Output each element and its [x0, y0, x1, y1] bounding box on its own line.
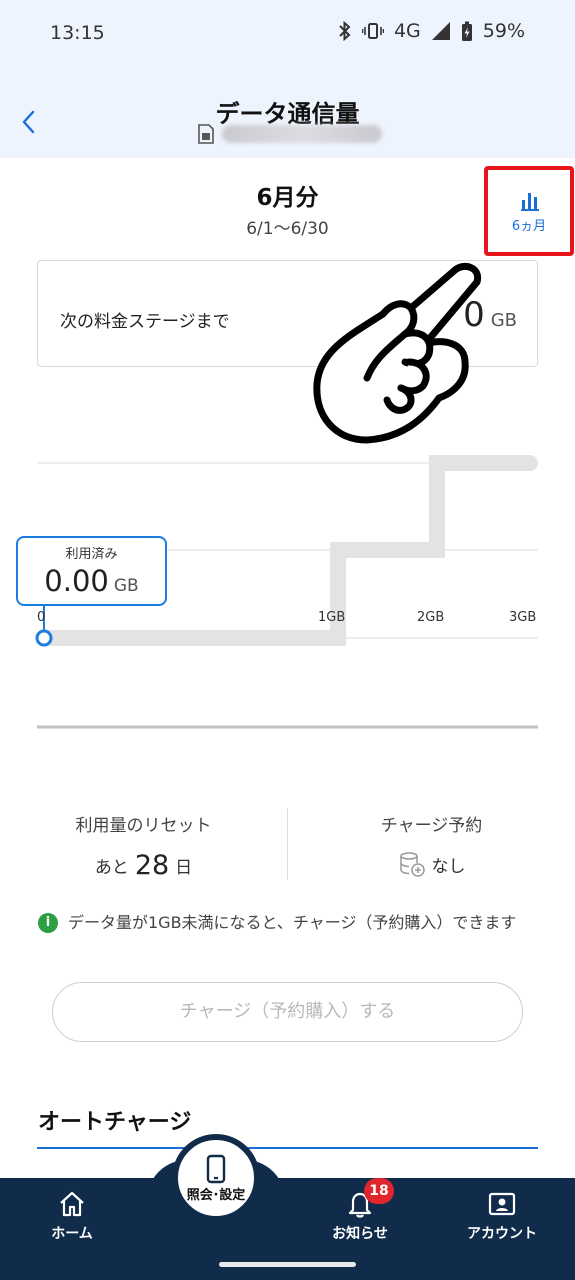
nav-home-label: ホーム — [51, 1226, 93, 1242]
axis-label-1gb: 1GB — [318, 610, 346, 625]
used-value: 0.00 GB — [18, 564, 165, 598]
status-bar: 13:15 4G 59% — [0, 0, 575, 64]
nav-header: データ通信量 — [0, 64, 575, 158]
used-unit: GB — [113, 576, 139, 596]
reset-days: 28 — [134, 850, 170, 881]
used-callout: 利用済み 0.00 GB — [16, 536, 167, 606]
usage-chart-graphic — [35, 455, 538, 729]
bar-chart-icon — [521, 192, 539, 211]
next-stage-unit: GB — [490, 310, 517, 331]
battery-percent: 59% — [482, 20, 525, 42]
status-icons: 4G 59% — [338, 20, 525, 42]
reset-value: あと 28 日 — [0, 850, 287, 881]
reset-title: 利用量のリセット — [75, 816, 212, 836]
reset-suffix: 日 — [175, 858, 193, 878]
account-card-icon — [488, 1192, 516, 1216]
nav-account[interactable]: アカウント — [442, 1190, 562, 1243]
bluetooth-icon — [339, 21, 351, 41]
content-card: 6月分 6/1〜6/30 6ヵ月 次の料金ステージまで 0 GB 利用済み 0.0… — [0, 158, 575, 1178]
next-stage-label: 次の料金ステージまで — [60, 312, 230, 332]
phone-number-redacted — [222, 125, 382, 143]
nav-settings-label: 照会･設定 — [186, 1187, 246, 1203]
nav-notices[interactable]: お知らせ — [300, 1190, 420, 1243]
next-stage-number: 0 — [463, 295, 485, 335]
charge-reservation-text: なし — [431, 856, 466, 877]
axis-label-0: 0 — [37, 610, 46, 625]
info-text: データ量が1GB未満になると、チャージ（予約購入）できます — [68, 913, 517, 932]
auto-charge-title: オートチャージ — [38, 1110, 192, 1135]
six-month-button[interactable]: 6ヵ月 — [484, 166, 574, 256]
auto-charge-underline — [37, 1147, 538, 1149]
charge-reservation-title: チャージ予約 — [380, 816, 483, 836]
reset-block: 利用量のリセット あと 28 日 — [0, 808, 287, 884]
smartphone-icon — [206, 1154, 226, 1183]
used-marker — [35, 629, 53, 647]
charge-reserve-button[interactable]: チャージ（予約購入）する — [52, 982, 523, 1042]
vibrate-icon — [361, 23, 384, 39]
nav-home[interactable]: ホーム — [12, 1190, 132, 1243]
reset-prefix: あと — [94, 858, 129, 878]
next-stage-value: 0 GB — [463, 295, 517, 335]
sim-card-icon — [198, 124, 214, 144]
status-time: 13:15 — [50, 22, 105, 44]
used-title: 利用済み — [65, 547, 118, 562]
used-number: 0.00 — [44, 564, 109, 598]
nav-notices-label: お知らせ — [332, 1226, 388, 1242]
charge-reservation-block: チャージ予約 なし — [288, 808, 575, 884]
info-icon: i — [38, 913, 58, 933]
axis-label-3gb: 3GB — [509, 610, 537, 625]
usage-chart: 利用済み 0.00 GB — [0, 448, 575, 768]
network-type: 4G — [393, 20, 421, 42]
sim-number-line — [198, 124, 382, 144]
database-add-icon — [399, 852, 425, 877]
battery-charging-icon — [461, 21, 472, 41]
notice-count-badge: 18 — [364, 1178, 394, 1204]
axis-label-2gb: 2GB — [417, 610, 445, 625]
home-indicator[interactable] — [219, 1262, 356, 1267]
signal-icon — [431, 22, 450, 40]
charge-reservation-value: なし — [288, 850, 575, 878]
nav-account-label: アカウント — [467, 1226, 537, 1242]
six-month-label: 6ヵ月 — [511, 218, 547, 234]
info-note: i データ量が1GB未満になると、チャージ（予約購入）できます — [38, 910, 538, 935]
nav-settings[interactable]: 照会･設定 — [172, 1134, 260, 1222]
next-stage-box: 次の料金ステージまで 0 GB — [37, 260, 538, 367]
home-icon — [60, 1191, 84, 1217]
